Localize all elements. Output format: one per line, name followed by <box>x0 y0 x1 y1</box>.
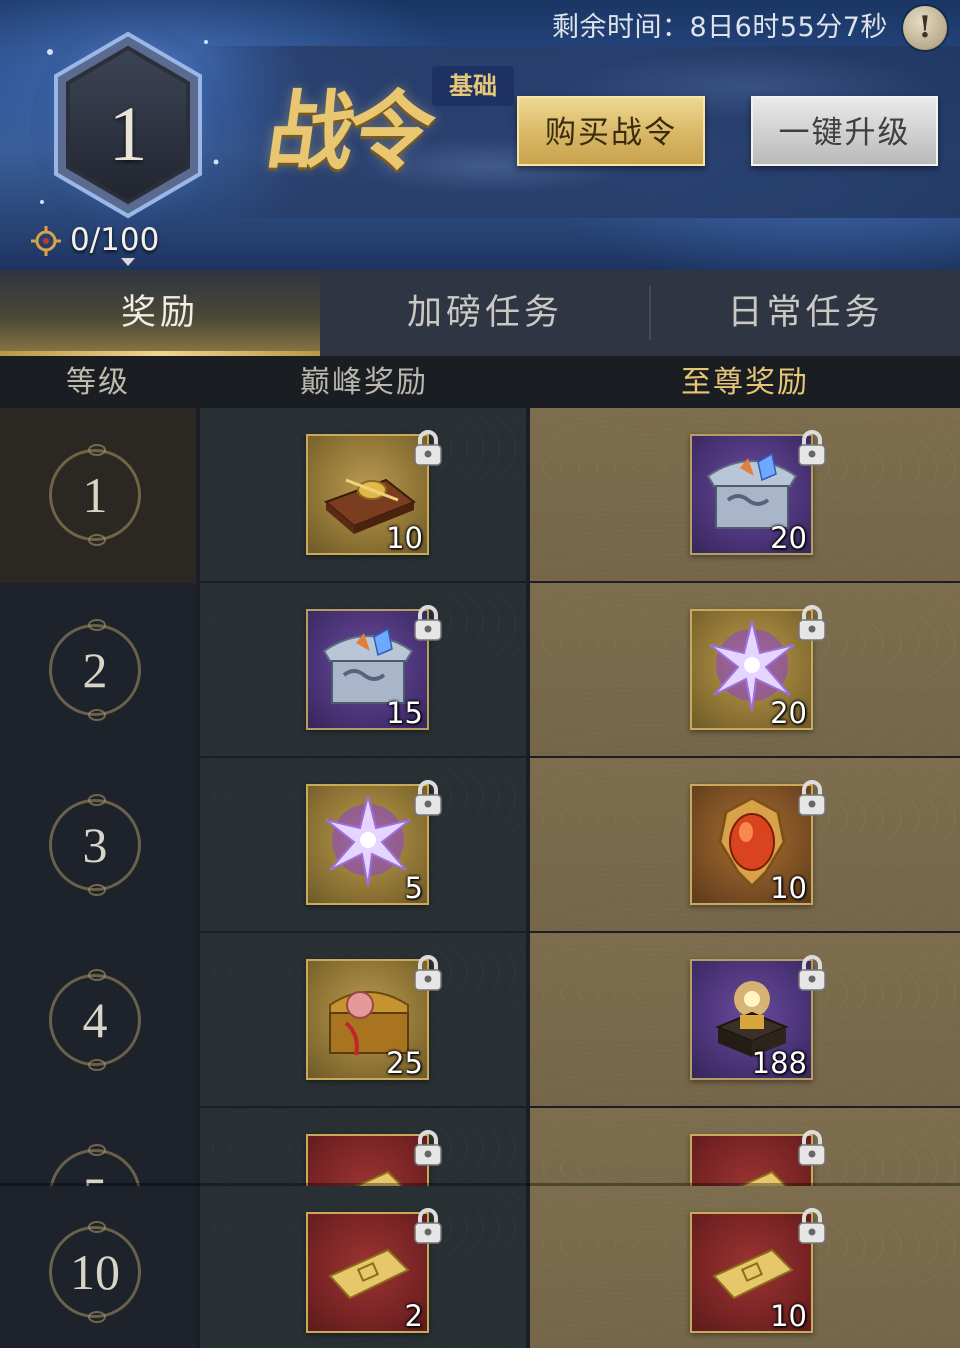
level-cell: 3 <box>0 758 196 933</box>
battle-pass-tier-tag: 基础 <box>432 66 514 106</box>
supreme-reward-item[interactable]: 188 <box>690 955 826 1080</box>
reward-row: 3 5 10 <box>0 758 960 933</box>
row-level: 2 <box>82 642 108 698</box>
item-count: 188 <box>751 1046 807 1080</box>
tab-daily-tasks[interactable]: 日常任务 <box>651 270 960 356</box>
lock-icon <box>798 1130 826 1166</box>
item-count: 2 <box>404 1299 423 1333</box>
lock-icon <box>798 955 826 991</box>
reward-column-header: 等级 巅峰奖励 至尊奖励 <box>0 356 960 408</box>
level-cell: 2 <box>0 583 196 758</box>
item-count: 20 <box>770 696 807 730</box>
column-peak-reward: 巅峰奖励 <box>300 365 428 400</box>
item-count: 5 <box>404 871 423 905</box>
lock-icon <box>414 605 442 641</box>
supreme-reward-item[interactable]: 20 <box>690 605 826 730</box>
peak-reward-item[interactable]: 25 <box>306 955 442 1080</box>
row-separator <box>0 1183 960 1186</box>
supreme-reward-item[interactable]: 10 <box>690 1208 826 1333</box>
lock-icon <box>798 430 826 466</box>
xp-progress-text: 0/100 <box>70 222 160 258</box>
one-click-upgrade-button[interactable]: 一键升级 <box>751 96 938 166</box>
row-level: 3 <box>82 817 108 873</box>
info-exclamation-icon[interactable]: ! <box>903 6 947 50</box>
lock-icon <box>414 1130 442 1166</box>
column-supreme-reward: 至尊奖励 <box>681 365 809 400</box>
battle-pass-banner: 1 0/100 战令 基础 剩余时间：8日6时55分7秒 ! 购买战令 一键升级 <box>0 0 960 270</box>
item-count: 25 <box>386 1046 423 1080</box>
item-count: 10 <box>770 871 807 905</box>
reward-row: 4 25 188 <box>0 933 960 1108</box>
peak-reward-item[interactable]: 2 <box>306 1208 442 1333</box>
level-badge: 1 <box>30 12 230 242</box>
tab-rewards[interactable]: 奖励 <box>0 270 320 356</box>
lock-icon <box>414 1208 442 1244</box>
row-level: 10 <box>70 1244 120 1300</box>
milestone-reward-row: 10 2 10 <box>0 1186 960 1348</box>
peak-reward-item[interactable]: 10 <box>306 430 442 555</box>
row-level: 1 <box>82 467 108 523</box>
tab-bonus-tasks[interactable]: 加磅任务 <box>320 270 650 356</box>
peak-reward-item[interactable]: 15 <box>306 605 442 730</box>
lock-icon <box>798 605 826 641</box>
item-count: 15 <box>386 696 423 730</box>
xp-wheel-icon <box>31 226 61 256</box>
level-cell: 10 <box>0 1186 196 1348</box>
column-level: 等级 <box>66 365 130 400</box>
row-level: 4 <box>82 992 108 1048</box>
supreme-reward-item[interactable]: 10 <box>690 780 826 905</box>
supreme-reward-item[interactable]: 20 <box>690 430 826 555</box>
battle-pass-title: 战令 <box>260 81 436 182</box>
item-count: 10 <box>770 1299 807 1333</box>
reward-row: 1 10 20 <box>0 408 960 583</box>
tab-bar: 奖励 加磅任务 日常任务 <box>0 270 960 356</box>
xp-caret-icon <box>121 258 135 266</box>
lock-icon <box>414 955 442 991</box>
time-remaining: 剩余时间：8日6时55分7秒 <box>552 12 888 43</box>
peak-reward-item[interactable]: 5 <box>306 780 442 905</box>
item-count: 20 <box>770 521 807 555</box>
reward-list[interactable]: 1 10 20 2 15 20 3 5 10 4 25 188 10 2 10 <box>0 408 960 1348</box>
reward-row: 2 15 20 <box>0 583 960 758</box>
item-count: 10 <box>386 521 423 555</box>
buy-battle-pass-button[interactable]: 购买战令 <box>517 96 705 166</box>
current-level: 1 <box>108 90 148 177</box>
level-cell: 1 <box>0 408 196 583</box>
lock-icon <box>414 780 442 816</box>
level-cell: 4 <box>0 933 196 1108</box>
lock-icon <box>798 1208 826 1244</box>
lock-icon <box>414 430 442 466</box>
lock-icon <box>798 780 826 816</box>
